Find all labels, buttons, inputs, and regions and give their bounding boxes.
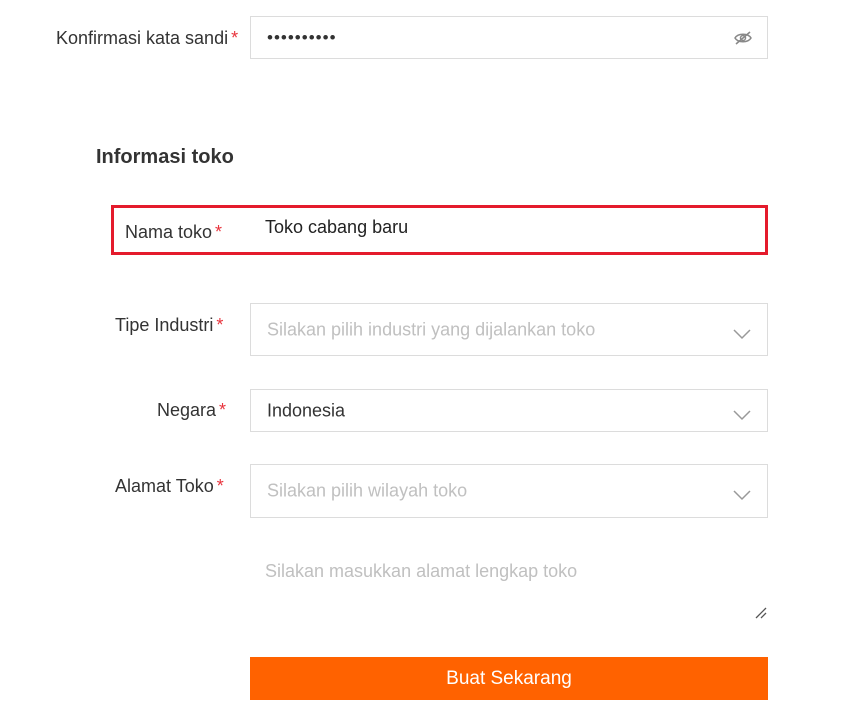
country-label-text: Negara (157, 400, 217, 420)
region-placeholder: Silakan pilih wilayah toko (267, 480, 468, 501)
required-mark: * (216, 315, 224, 335)
industry-label: Tipe Industri * (115, 315, 223, 336)
address-label-text: Alamat Toko (115, 476, 214, 496)
country-select[interactable]: Indonesia (250, 389, 768, 432)
confirm-password-label: Konfirmasi kata sandi * (56, 28, 238, 49)
country-value: Indonesia (267, 400, 346, 420)
chevron-down-icon (733, 405, 751, 420)
required-mark: * (216, 476, 224, 496)
required-mark: * (215, 222, 223, 242)
store-name-value: Toko cabang baru (265, 217, 409, 237)
industry-placeholder: Silakan pilih industri yang dijalankan t… (267, 319, 596, 339)
section-title-store-info: Informasi toko (96, 146, 234, 168)
store-name-input[interactable]: Toko cabang baru (250, 208, 760, 250)
confirm-password-value: •••••••••• (267, 27, 337, 47)
chevron-down-icon (733, 324, 751, 339)
address-label: Alamat Toko * (115, 476, 224, 497)
required-mark: * (231, 28, 239, 48)
resize-handle-icon[interactable] (754, 606, 768, 620)
industry-label-text: Tipe Industri (115, 315, 214, 335)
industry-select[interactable]: Silakan pilih industri yang dijalankan t… (250, 303, 768, 356)
region-select[interactable]: Silakan pilih wilayah toko (250, 464, 768, 518)
required-mark: * (219, 400, 227, 420)
store-name-label: Nama toko * (125, 222, 222, 243)
full-address-placeholder: Silakan masukkan alamat lengkap toko (265, 561, 578, 581)
chevron-down-icon (733, 485, 751, 501)
confirm-password-label-text: Konfirmasi kata sandi (56, 28, 229, 48)
full-address-textarea[interactable]: Silakan masukkan alamat lengkap toko (250, 545, 768, 625)
country-label: Negara * (157, 400, 226, 421)
confirm-password-field[interactable]: •••••••••• (250, 16, 768, 59)
create-now-button[interactable]: Buat Sekarang (250, 657, 768, 700)
store-name-label-text: Nama toko (125, 222, 213, 242)
eye-slash-icon[interactable] (733, 30, 753, 46)
